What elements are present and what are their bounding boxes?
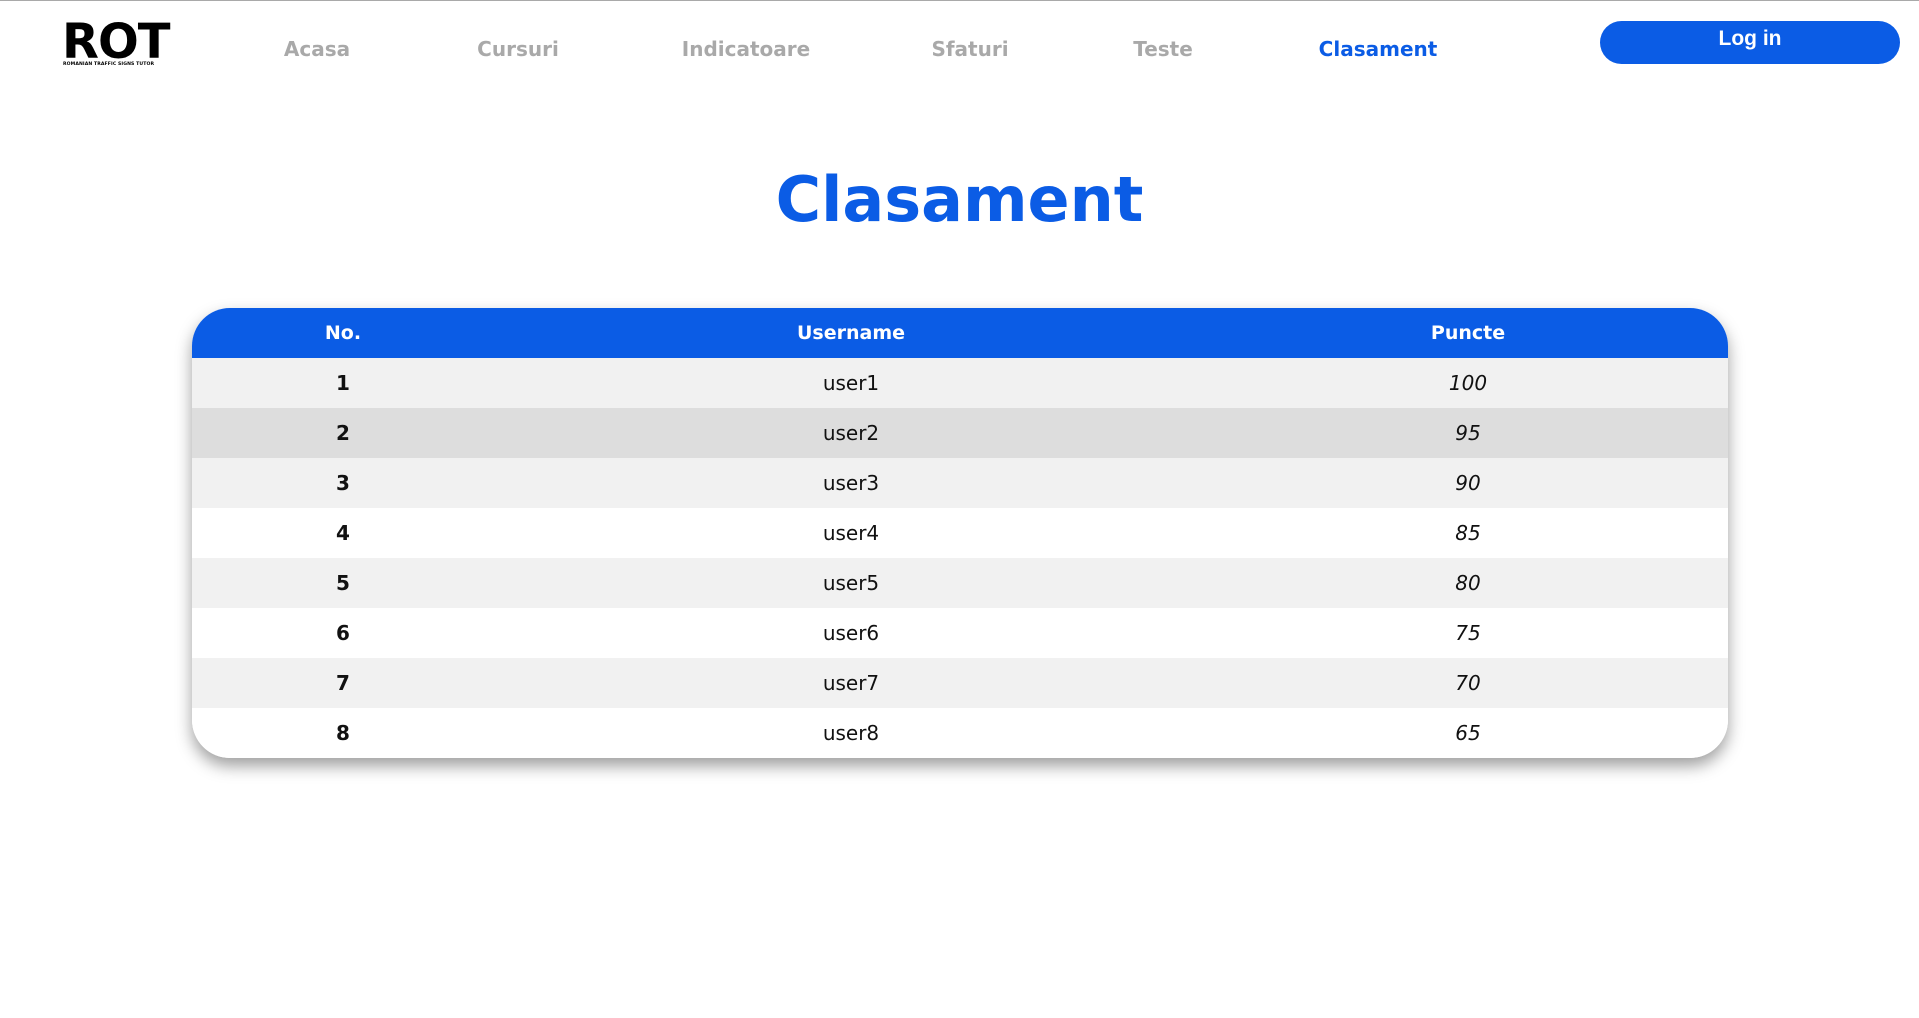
nav-link-teste[interactable]: Teste xyxy=(1133,36,1193,62)
leaderboard-card: No. Username Puncte 1 user1 100 2 user2 95 3 us… xyxy=(192,308,1728,758)
points-cell: 65 xyxy=(1455,721,1481,745)
username-cell: user2 xyxy=(822,421,880,445)
username-cell: user5 xyxy=(822,571,880,595)
points-cell: 85 xyxy=(1455,521,1481,545)
rank-cell: 2 xyxy=(336,421,350,445)
rank-cell: 3 xyxy=(336,471,350,495)
username-cell: user6 xyxy=(822,621,880,645)
table-row: 8 user8 65 xyxy=(192,708,1728,758)
rank-cell: 4 xyxy=(336,521,350,545)
rank-cell: 1 xyxy=(336,371,350,395)
table-row: 5 user5 80 xyxy=(192,558,1728,608)
login-button[interactable]: Log in xyxy=(1600,21,1900,64)
leaderboard-body: 1 user1 100 2 user2 95 3 user3 90 4 user4 85 5 user5 8… xyxy=(192,358,1728,758)
points-cell: 100 xyxy=(1448,371,1488,395)
points-cell: 90 xyxy=(1455,471,1481,495)
table-row: 7 user7 70 xyxy=(192,658,1728,708)
header-points: Puncte xyxy=(1430,322,1506,344)
rank-cell: 7 xyxy=(336,671,350,695)
nav-link-sfaturi[interactable]: Sfaturi xyxy=(931,36,1008,62)
username-cell: user3 xyxy=(822,471,880,495)
table-row: 3 user3 90 xyxy=(192,458,1728,508)
header-username: Username xyxy=(796,322,906,344)
site-logo[interactable]: ROT ROMANIAN TRAFFIC SIGNS TUTOR xyxy=(62,14,199,72)
top-border-line xyxy=(0,0,1919,1)
rank-cell: 8 xyxy=(336,721,350,745)
rank-cell: 5 xyxy=(336,571,350,595)
rank-cell: 6 xyxy=(336,621,350,645)
table-row: 1 user1 100 xyxy=(192,358,1728,408)
points-cell: 70 xyxy=(1455,671,1481,695)
page-title: Clasament xyxy=(775,163,1144,236)
points-cell: 75 xyxy=(1455,621,1481,645)
table-row: 2 user2 95 xyxy=(192,408,1728,458)
nav-link-clasament[interactable]: Clasament xyxy=(1319,36,1438,62)
table-row: 6 user6 75 xyxy=(192,608,1728,658)
points-cell: 80 xyxy=(1455,571,1481,595)
username-cell: user8 xyxy=(822,721,880,745)
username-cell: user1 xyxy=(822,371,880,395)
header-no: No. xyxy=(324,322,362,344)
header-row: No. Username Puncte xyxy=(192,308,1728,358)
table-row: 4 user4 85 xyxy=(192,508,1728,558)
username-cell: user4 xyxy=(822,521,880,545)
logo-tagline: ROMANIAN TRAFFIC SIGNS TUTOR xyxy=(63,62,155,67)
nav-link-indicatoare[interactable]: Indicatoare xyxy=(682,36,810,62)
leaderboard-table: No. Username Puncte 1 user1 100 2 user2 95 3 us… xyxy=(192,308,1728,758)
points-cell: 95 xyxy=(1455,421,1481,445)
leaderboard-header: No. Username Puncte xyxy=(192,308,1728,358)
nav-link-acasa[interactable]: Acasa xyxy=(284,36,350,62)
username-cell: user7 xyxy=(822,671,880,695)
nav-link-cursuri[interactable]: Cursuri xyxy=(477,36,559,62)
